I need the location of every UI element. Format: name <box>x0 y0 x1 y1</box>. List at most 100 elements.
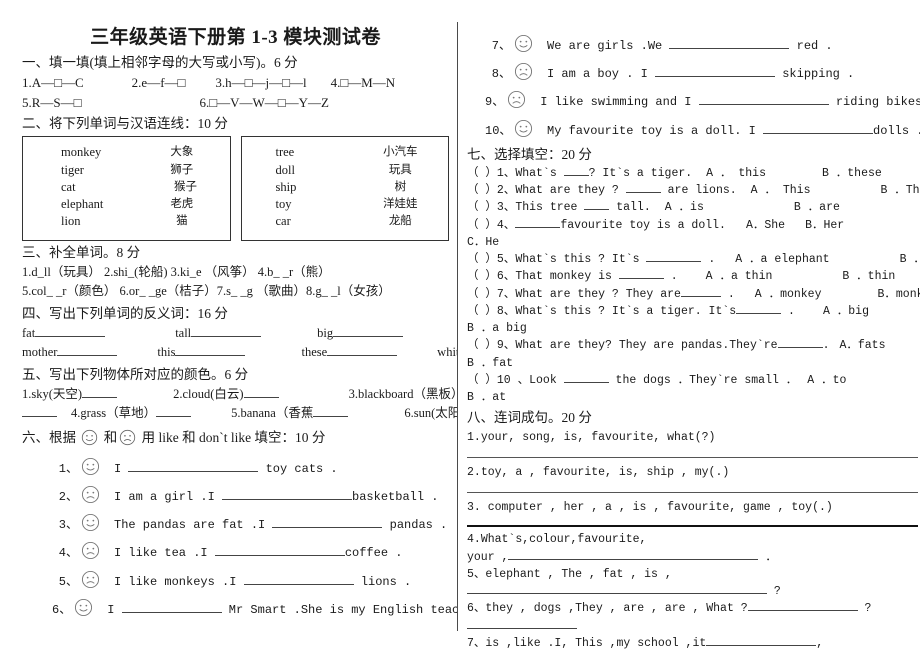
matching-box-animals[interactable]: monkey 大象 tiger 狮子 cat 猴子 elephant 老虎 lion 猫 <box>22 136 231 241</box>
match-meaning[interactable]: 猫 <box>138 213 225 230</box>
match-word[interactable]: tree <box>246 144 357 161</box>
match-word[interactable]: doll <box>246 162 357 179</box>
mc-option-a[interactable]: A ．is <box>665 201 704 214</box>
color-blank[interactable] <box>313 416 349 418</box>
mc-bracket[interactable]: （ ） <box>467 219 497 232</box>
mc-option-b[interactable]: B ．fat <box>467 357 513 370</box>
answer-blank[interactable] <box>222 499 353 500</box>
mc-option-a[interactable]: A．fats <box>839 339 885 352</box>
mc-blank[interactable] <box>736 312 782 314</box>
mc-bracket[interactable]: （ ） <box>467 339 497 352</box>
antonym-blank[interactable] <box>35 335 106 337</box>
matching-boxes: monkey 大象 tiger 狮子 cat 猴子 elephant 老虎 lion 猫 … <box>22 136 449 241</box>
match-meaning[interactable]: 洋娃娃 <box>357 196 444 213</box>
answer-blank[interactable] <box>214 555 345 557</box>
mc-option-b[interactable]: B ．are <box>794 201 840 214</box>
mc-option-b[interactable]: B．Her <box>805 219 844 232</box>
mc-blank[interactable] <box>563 381 609 383</box>
answer-line[interactable] <box>467 456 918 458</box>
answer-blank[interactable] <box>763 132 874 134</box>
like-question-10: 10、 My favourite toy is a doll. I dolls … <box>485 119 920 143</box>
mc-bracket[interactable]: （ ） <box>467 270 497 283</box>
antonym-blank[interactable] <box>175 355 246 357</box>
mc-bracket[interactable]: （ ） <box>467 184 497 197</box>
answer-blank[interactable] <box>243 583 354 585</box>
match-meaning[interactable]: 小汽车 <box>357 144 444 161</box>
match-word[interactable]: elephant <box>27 196 138 213</box>
color-blank[interactable] <box>82 396 118 398</box>
mc-bracket[interactable]: （ ） <box>467 374 497 387</box>
color-blank[interactable] <box>22 416 57 418</box>
match-word[interactable]: tiger <box>27 162 138 179</box>
match-meaning[interactable]: 树 <box>357 179 444 196</box>
match-meaning[interactable]: 大象 <box>138 144 225 161</box>
match-word[interactable]: monkey <box>27 144 138 161</box>
match-meaning[interactable]: 猴子 <box>132 179 226 196</box>
antonym-blank[interactable] <box>327 355 398 357</box>
mc-option-b[interactable]: B ．a big <box>467 322 527 335</box>
answer-blank[interactable] <box>508 558 759 560</box>
mc-option-a[interactable]: A ． this <box>706 167 766 180</box>
mc-option-a[interactable]: A．She <box>746 219 785 232</box>
answer-blank[interactable] <box>467 627 577 629</box>
antonym-blank[interactable] <box>191 335 262 337</box>
mc-option-b[interactable]: B ．these <box>822 167 882 180</box>
mc-option-a[interactable]: A ．a elephant <box>735 253 829 266</box>
match-meaning[interactable]: 龙船 <box>357 213 444 230</box>
answer-blank[interactable] <box>698 104 829 106</box>
mc-blank[interactable] <box>680 295 721 297</box>
mc-blank[interactable] <box>777 347 823 349</box>
match-meaning[interactable]: 老虎 <box>138 196 225 213</box>
match-word[interactable]: ship <box>246 179 357 196</box>
match-word[interactable]: car <box>246 213 357 230</box>
antonym-blank[interactable] <box>57 355 118 357</box>
match-word[interactable]: toy <box>246 196 357 213</box>
color-blank[interactable] <box>243 396 279 398</box>
mc-bracket[interactable]: （ ） <box>467 288 497 301</box>
mc-option-a[interactable]: A ． This <box>751 184 811 197</box>
answer-blank[interactable] <box>121 611 222 613</box>
match-word[interactable]: cat <box>27 179 132 196</box>
mc-bracket[interactable]: （ ） <box>467 167 497 180</box>
mc-bracket[interactable]: （ ） <box>467 201 497 214</box>
answer-line[interactable] <box>467 524 918 528</box>
match-meaning[interactable]: 玩具 <box>357 162 444 179</box>
mc-question-4: （ ）4、 favourite toy is a doll. A．She B．Her <box>467 218 845 232</box>
mc-bracket[interactable]: （ ） <box>467 305 497 318</box>
mc-option-a[interactable]: A ．monkey <box>755 288 822 301</box>
mc-blank[interactable] <box>563 174 589 176</box>
answer-blank[interactable] <box>128 470 259 472</box>
answer-blank[interactable] <box>467 593 767 595</box>
mc-option-b[interactable]: B ．an elephant <box>900 253 920 266</box>
mc-option-b[interactable]: B ．at <box>467 391 506 404</box>
mc-option-b[interactable]: B．monkeys <box>877 288 920 301</box>
section-3-line-1[interactable]: 1.d_ll（玩具） 2.shi_(轮船) 3.ki_e （风筝） 4.b_ _… <box>22 263 449 282</box>
answer-blank[interactable] <box>655 76 776 78</box>
match-meaning[interactable]: 狮子 <box>138 162 225 179</box>
antonym-blank[interactable] <box>333 335 404 337</box>
mc-blank[interactable] <box>625 192 661 194</box>
mc-option-a[interactable]: A ．a thin <box>706 270 773 283</box>
mc-bracket[interactable]: （ ） <box>467 253 497 266</box>
mc-blank[interactable] <box>584 209 610 211</box>
answer-blank[interactable] <box>272 527 383 529</box>
mc-option-a[interactable]: A ．big <box>823 305 869 318</box>
answer-blank[interactable] <box>669 48 790 49</box>
mc-option-a[interactable]: A ．to <box>807 374 846 387</box>
mc-option-b[interactable]: B ．They <box>880 184 920 197</box>
item-number: 8、 <box>491 67 511 82</box>
mc-blank[interactable] <box>515 226 561 228</box>
color-blank[interactable] <box>156 416 192 418</box>
mc-option-c[interactable]: C．He <box>467 236 499 249</box>
mc-question-1: （ ）1、What`s ? It`s a tiger. A ． this B ．th… <box>467 166 882 180</box>
mc-blank[interactable] <box>646 261 702 263</box>
answer-blank[interactable] <box>706 644 817 646</box>
section-3-line-2[interactable]: 5.col_ _r（颜色） 6.or_ _ge（桔子）7.s_ _g （歌曲）8… <box>22 282 449 301</box>
matching-box-objects[interactable]: tree 小汽车 doll 玩具 ship 树 toy 洋娃娃 car 龙船 <box>240 136 449 241</box>
mc-blank[interactable] <box>618 278 664 280</box>
answer-blank[interactable] <box>747 610 858 612</box>
exam-paper: 三年级英语下册第 1-3 模块测试卷 一、填一填(填上相邻字母的大写或小写)。6… <box>0 0 920 651</box>
match-word[interactable]: lion <box>27 213 138 230</box>
mc-option-b[interactable]: B ．thin <box>842 270 895 283</box>
answer-line[interactable] <box>467 491 918 494</box>
